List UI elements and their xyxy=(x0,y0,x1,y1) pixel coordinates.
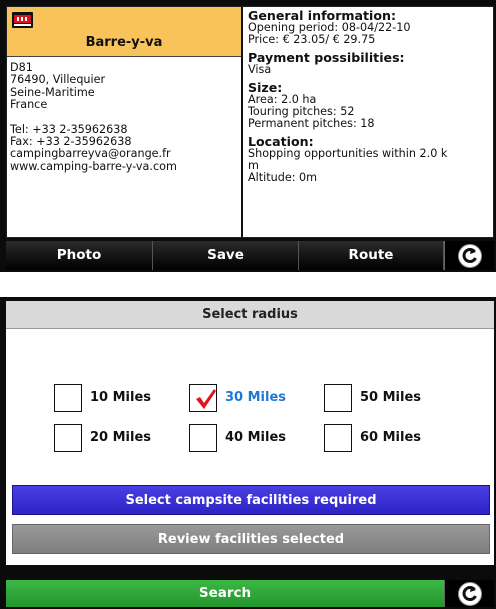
radius-panel: Select radius 10 Miles 30 Miles 50 Miles… xyxy=(6,301,494,565)
radius-title: Select radius xyxy=(6,301,494,329)
radius-option-label: 30 Miles xyxy=(225,390,287,405)
radius-option-label: 40 Miles xyxy=(225,430,287,445)
campsite-name: Barre-y-va xyxy=(85,35,163,50)
details-toolbar: Photo Save Route xyxy=(6,241,494,270)
back-button[interactable] xyxy=(444,241,494,270)
information-column: General information: Opening period: 08-… xyxy=(246,9,494,237)
payment-heading: Payment possibilities: xyxy=(248,50,405,65)
radius-search-screen: Select radius 10 Miles 30 Miles 50 Miles… xyxy=(0,297,496,609)
radius-option-20-miles[interactable]: 20 Miles xyxy=(54,424,174,452)
checkbox[interactable] xyxy=(324,384,352,412)
acsi-logo-icon xyxy=(12,12,33,28)
back-button-circle xyxy=(457,243,482,268)
back-arrow-icon xyxy=(462,247,477,263)
radius-option-50-miles[interactable]: 50 Miles xyxy=(324,384,454,412)
checkbox[interactable] xyxy=(54,424,82,452)
radius-option-label: 50 Miles xyxy=(360,390,422,405)
checkbox[interactable] xyxy=(54,384,82,412)
photo-button[interactable]: Photo xyxy=(6,241,153,270)
checkbox[interactable] xyxy=(189,424,217,452)
location-heading: Location: xyxy=(248,134,314,149)
campsite-details-screen: Barre-y-va D81 76490, Villequier Seine-M… xyxy=(0,0,496,272)
radius-option-label: 20 Miles xyxy=(90,430,152,445)
altitude: Altitude: 0m xyxy=(248,171,318,184)
campsite-name-header: Barre-y-va xyxy=(7,7,241,57)
address-line: 76490, Villequier xyxy=(10,73,106,87)
review-facilities-button[interactable]: Review facilities selected xyxy=(12,524,490,554)
website-address: www.camping-barre-y-va.com xyxy=(10,159,177,173)
address-line: France xyxy=(10,98,48,112)
campsite-address: D81 76490, Villequier Seine-Maritime Fra… xyxy=(10,61,177,173)
checkmark-icon xyxy=(196,389,216,409)
price: Price: € 23.05/ € 29.75 xyxy=(248,33,376,46)
radius-option-10-miles[interactable]: 10 Miles xyxy=(54,384,174,412)
back-button[interactable] xyxy=(444,580,494,607)
radius-option-label: 10 Miles xyxy=(90,390,152,405)
search-toolbar: Search xyxy=(6,580,494,607)
radius-option-60-miles[interactable]: 60 Miles xyxy=(324,424,454,452)
search-button[interactable]: Search xyxy=(6,580,444,607)
checkbox[interactable] xyxy=(324,424,352,452)
radius-option-30-miles[interactable]: 30 Miles xyxy=(189,384,309,412)
campsite-details-panel: Barre-y-va D81 76490, Villequier Seine-M… xyxy=(6,6,494,238)
radius-option-40-miles[interactable]: 40 Miles xyxy=(189,424,309,452)
email-address: campingbarreyva@orange.fr xyxy=(10,147,171,161)
route-button[interactable]: Route xyxy=(299,241,444,270)
contact-column: Barre-y-va D81 76490, Villequier Seine-M… xyxy=(7,7,243,237)
checkbox-checked[interactable] xyxy=(189,384,217,412)
payment-methods: Visa xyxy=(248,63,272,76)
back-arrow-icon xyxy=(462,585,477,601)
permanent-pitches: Permanent pitches: 18 xyxy=(248,117,375,130)
back-button-circle xyxy=(457,581,482,606)
radius-option-label: 60 Miles xyxy=(360,430,422,445)
select-facilities-button[interactable]: Select campsite facilities required xyxy=(12,485,490,515)
save-button[interactable]: Save xyxy=(153,241,299,270)
shopping-distance: Shopping opportunities within 2.0 k xyxy=(248,148,448,160)
